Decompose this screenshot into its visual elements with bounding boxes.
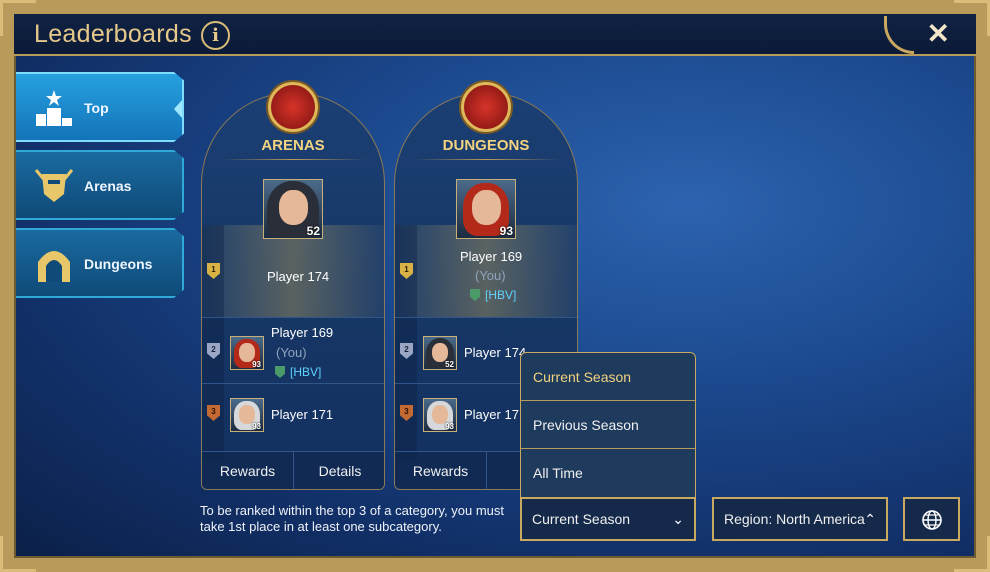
frame-corner-ornament: [0, 536, 36, 572]
level-label: 52: [445, 360, 454, 369]
player-name: Player 171: [271, 407, 334, 422]
player-name: Player 17: [464, 407, 519, 422]
player-portrait[interactable]: 93: [423, 398, 457, 432]
first-place-portrait[interactable]: 52: [263, 179, 323, 239]
player-name: Player 174: [464, 345, 527, 360]
rewards-button[interactable]: Rewards: [202, 451, 294, 489]
ranking-info-note: To be ranked within the top 3 of a categ…: [200, 503, 504, 534]
level-label: 93: [445, 422, 454, 431]
region-select[interactable]: Region: North America ⌃: [712, 497, 888, 541]
globe-icon: [922, 510, 942, 530]
player-portrait[interactable]: 93: [230, 336, 264, 370]
player-name: Player 169: [271, 325, 334, 340]
details-button[interactable]: Details: [294, 451, 384, 489]
level-label: 93: [252, 422, 261, 431]
player-name: Player 169: [460, 249, 523, 264]
page-title: Leaderboards: [34, 20, 192, 48]
divider: [415, 159, 559, 160]
sidebar-item-arenas[interactable]: Arenas: [16, 150, 184, 220]
you-indicator: (You): [475, 268, 506, 283]
active-indicator: [174, 100, 182, 118]
dungeon-gate-icon: [38, 251, 70, 282]
clan-tag: [HBV]: [290, 365, 322, 379]
level-label: 52: [306, 224, 320, 238]
player-portrait[interactable]: 52: [423, 336, 457, 370]
arena-emblem-icon: [268, 82, 318, 132]
card-title: DUNGEONS: [442, 137, 530, 154]
podium-icon: [36, 90, 72, 126]
you-indicator: (You): [276, 345, 307, 360]
divider: [222, 159, 366, 160]
region-globe-button[interactable]: [903, 497, 960, 541]
sidebar-item-label: Arenas: [84, 178, 132, 194]
player-portrait[interactable]: 93: [230, 398, 264, 432]
chevron-up-icon: ⌃: [864, 511, 876, 527]
close-button[interactable]: ✕: [927, 17, 950, 50]
sidebar-item-label: Dungeons: [84, 256, 153, 272]
frame-corner-ornament: [0, 0, 36, 36]
region-select-value: Region: North America: [724, 511, 865, 527]
season-select[interactable]: Current Season ⌄: [520, 497, 696, 541]
player-name: Player 174: [267, 269, 330, 284]
arena-helmet-icon: [34, 169, 74, 202]
clan-tag: [HBV]: [485, 288, 517, 302]
clan-shield-icon: [275, 366, 285, 378]
frame-corner-ornament: [954, 0, 990, 36]
info-button[interactable]: i: [201, 21, 230, 50]
card-title: ARENAS: [261, 137, 325, 154]
season-select-value: Current Season: [532, 511, 631, 527]
chevron-down-icon: ⌄: [672, 511, 684, 527]
season-option-all-time[interactable]: All Time: [521, 449, 695, 497]
first-place-portrait[interactable]: 93: [456, 179, 516, 239]
season-dropdown-menu: Current Season Previous Season All Time: [520, 352, 696, 498]
season-option-previous[interactable]: Previous Season: [521, 401, 695, 449]
level-label: 93: [252, 360, 261, 369]
title-bar: Leaderboards i ✕: [14, 14, 976, 56]
rewards-button[interactable]: Rewards: [395, 451, 487, 489]
arenas-leaderboard-card: ARENAS 52 1 Player 174 2 93 Player 169 (…: [201, 92, 385, 490]
sidebar-item-top[interactable]: Top: [16, 72, 184, 142]
dungeon-emblem-icon: [461, 82, 511, 132]
level-label: 93: [499, 224, 513, 238]
sidebar-item-dungeons[interactable]: Dungeons: [16, 228, 184, 298]
sidebar-item-label: Top: [84, 100, 109, 116]
title-bar-ornament: [884, 16, 914, 54]
season-option-current[interactable]: Current Season: [521, 353, 695, 401]
frame-corner-ornament: [954, 536, 990, 572]
